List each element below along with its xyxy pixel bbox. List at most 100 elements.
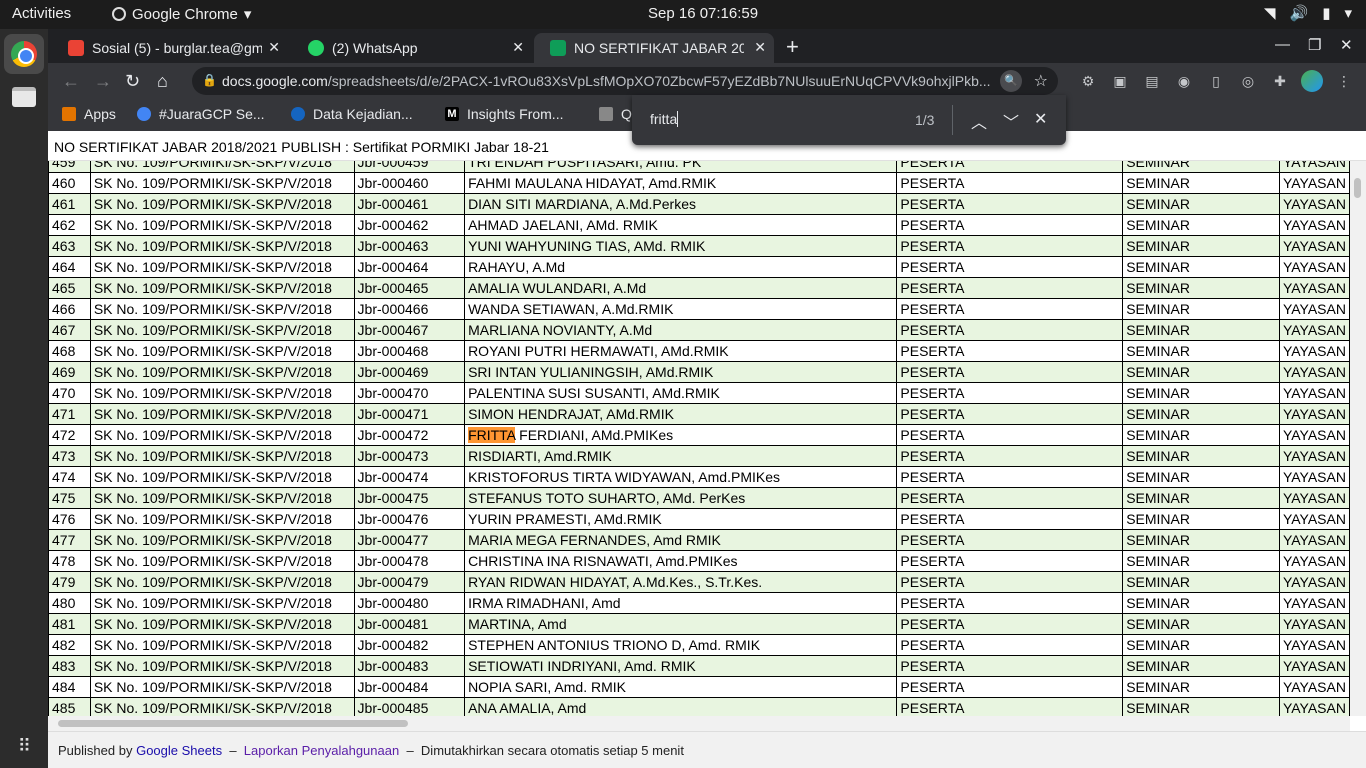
table-cell[interactable]: SK No. 109/PORMIKI/SK-SKP/V/2018 xyxy=(89,361,355,383)
table-cell[interactable]: Jbr-000460 xyxy=(353,172,466,194)
table-cell[interactable]: AHMAD JAELANI, AMd. RMIK xyxy=(464,214,898,236)
table-cell[interactable]: SK No. 109/PORMIKI/SK-SKP/V/2018 xyxy=(89,487,355,509)
table-cell[interactable]: YAYASAN xyxy=(1278,487,1350,509)
table-cell[interactable]: Jbr-000484 xyxy=(353,676,466,698)
table-cell[interactable]: CHRISTINA INA RISNAWATI, Amd.PMIKes xyxy=(464,550,898,572)
table-cell[interactable]: Jbr-000478 xyxy=(353,550,466,572)
table-cell[interactable]: 479 xyxy=(48,571,91,593)
table-cell[interactable]: SEMINAR xyxy=(1122,445,1280,467)
table-cell[interactable]: Jbr-000474 xyxy=(353,466,466,488)
table-cell[interactable]: SK No. 109/PORMIKI/SK-SKP/V/2018 xyxy=(89,466,355,488)
table-cell[interactable]: YUNI WAHYUNING TIAS, AMd. RMIK xyxy=(464,235,898,257)
table-cell[interactable]: SEMINAR xyxy=(1122,466,1280,488)
table-cell[interactable]: MARLIANA NOVIANTY, A.Md xyxy=(464,319,898,341)
table-cell[interactable]: PESERTA xyxy=(896,487,1124,509)
table-cell[interactable]: YAYASAN xyxy=(1278,445,1350,467)
table-cell[interactable]: SETIOWATI INDRIYANI, Amd. RMIK xyxy=(464,655,898,677)
table-cell[interactable]: YAYASAN xyxy=(1278,634,1350,656)
profile-avatar[interactable] xyxy=(1301,70,1323,92)
table-cell[interactable]: NOPIA SARI, Amd. RMIK xyxy=(464,676,898,698)
table-cell[interactable]: 466 xyxy=(48,298,91,320)
table-cell[interactable]: YAYASAN xyxy=(1278,340,1350,362)
table-cell[interactable]: ROYANI PUTRI HERMAWATI, AMd.RMIK xyxy=(464,340,898,362)
maximize-icon[interactable]: ❐ xyxy=(1308,36,1321,54)
table-cell[interactable]: YAYASAN xyxy=(1278,172,1350,194)
table-cell[interactable]: Jbr-000473 xyxy=(353,445,466,467)
back-icon[interactable]: ← xyxy=(62,71,80,92)
close-icon[interactable]: ✕ xyxy=(512,39,524,56)
table-cell[interactable]: STEPHEN ANTONIUS TRIONO D, Amd. RMIK xyxy=(464,634,898,656)
table-cell[interactable]: FAHMI MAULANA HIDAYAT, Amd.RMIK xyxy=(464,172,898,194)
table-cell[interactable]: SEMINAR xyxy=(1122,697,1280,716)
table-cell[interactable]: SK No. 109/PORMIKI/SK-SKP/V/2018 xyxy=(89,676,355,698)
table-cell[interactable]: MARIA MEGA FERNANDES, Amd RMIK xyxy=(464,529,898,551)
table-cell[interactable]: PESERTA xyxy=(896,403,1124,425)
table-cell[interactable]: SK No. 109/PORMIKI/SK-SKP/V/2018 xyxy=(89,161,355,173)
camera-icon[interactable]: ▣ xyxy=(1112,73,1128,89)
table-cell[interactable]: SIMON HENDRAJAT, AMd.RMIK xyxy=(464,403,898,425)
bookmark-q[interactable]: Q xyxy=(599,106,632,122)
table-cell[interactable]: SK No. 109/PORMIKI/SK-SKP/V/2018 xyxy=(89,403,355,425)
table-cell[interactable]: SK No. 109/PORMIKI/SK-SKP/V/2018 xyxy=(89,571,355,593)
table-cell[interactable]: ANA AMALIA, Amd xyxy=(464,697,898,716)
table-cell[interactable]: Jbr-000466 xyxy=(353,298,466,320)
table-cell[interactable]: Jbr-000475 xyxy=(353,487,466,509)
tab-sheet[interactable]: NO SERTIFIKAT JABAR 2018/2021 ✕ xyxy=(534,33,774,63)
close-icon[interactable]: ✕ xyxy=(268,39,280,56)
table-cell[interactable]: SEMINAR xyxy=(1122,382,1280,404)
table-cell[interactable]: 475 xyxy=(48,487,91,509)
scroll-thumb[interactable] xyxy=(58,720,408,727)
table-cell[interactable]: SK No. 109/PORMIKI/SK-SKP/V/2018 xyxy=(89,235,355,257)
table-cell[interactable]: SEMINAR xyxy=(1122,613,1280,635)
table-cell[interactable]: KRISTOFORUS TIRTA WIDYAWAN, Amd.PMIKes xyxy=(464,466,898,488)
table-cell[interactable]: SEMINAR xyxy=(1122,172,1280,194)
chevron-up-icon[interactable]: ︿ xyxy=(971,109,987,133)
table-cell[interactable]: YAYASAN xyxy=(1278,161,1350,173)
table-cell[interactable]: YAYASAN xyxy=(1278,508,1350,530)
table-cell[interactable]: PESERTA xyxy=(896,592,1124,614)
table-cell[interactable]: SK No. 109/PORMIKI/SK-SKP/V/2018 xyxy=(89,214,355,236)
table-cell[interactable]: SK No. 109/PORMIKI/SK-SKP/V/2018 xyxy=(89,550,355,572)
table-cell[interactable]: PESERTA xyxy=(896,298,1124,320)
table-cell[interactable]: SK No. 109/PORMIKI/SK-SKP/V/2018 xyxy=(89,382,355,404)
table-cell[interactable]: YAYASAN xyxy=(1278,550,1350,572)
minimize-icon[interactable]: — xyxy=(1275,36,1290,53)
table-cell[interactable]: YAYASAN xyxy=(1278,403,1350,425)
table-cell[interactable]: YAYASAN xyxy=(1278,256,1350,278)
scroll-thumb[interactable] xyxy=(1354,178,1361,198)
table-cell[interactable]: SEMINAR xyxy=(1122,592,1280,614)
table-cell[interactable]: YAYASAN xyxy=(1278,298,1350,320)
system-tray[interactable]: ◥ 🔊 ▮ ▾ xyxy=(1264,4,1352,22)
table-cell[interactable]: 476 xyxy=(48,508,91,530)
table-cell[interactable]: SEMINAR xyxy=(1122,508,1280,530)
table-cell[interactable]: PESERTA xyxy=(896,655,1124,677)
table-cell[interactable]: PESERTA xyxy=(896,466,1124,488)
table-cell[interactable]: SK No. 109/PORMIKI/SK-SKP/V/2018 xyxy=(89,634,355,656)
table-cell[interactable]: YAYASAN xyxy=(1278,655,1350,677)
table-cell[interactable]: SK No. 109/PORMIKI/SK-SKP/V/2018 xyxy=(89,697,355,716)
table-cell[interactable]: 477 xyxy=(48,529,91,551)
show-applications-button[interactable]: ⠿ xyxy=(4,726,44,766)
puzzle-icon[interactable]: ✚ xyxy=(1272,73,1288,89)
table-cell[interactable]: SEMINAR xyxy=(1122,550,1280,572)
table-cell[interactable]: AMALIA WULANDARI, A.Md xyxy=(464,277,898,299)
table-cell[interactable]: YAYASAN xyxy=(1278,424,1350,446)
table-cell[interactable]: SEMINAR xyxy=(1122,214,1280,236)
table-cell[interactable]: 471 xyxy=(48,403,91,425)
table-cell[interactable]: SEMINAR xyxy=(1122,676,1280,698)
table-cell[interactable]: 484 xyxy=(48,676,91,698)
table-cell[interactable]: 463 xyxy=(48,235,91,257)
table-cell[interactable]: SK No. 109/PORMIKI/SK-SKP/V/2018 xyxy=(89,655,355,677)
close-icon[interactable]: ✕ xyxy=(754,39,766,56)
horizontal-scrollbar[interactable] xyxy=(48,716,1350,731)
table-cell[interactable]: SEMINAR xyxy=(1122,277,1280,299)
table-cell[interactable]: PESERTA xyxy=(896,193,1124,215)
table-cell[interactable]: SEMINAR xyxy=(1122,361,1280,383)
table-cell[interactable]: Jbr-000470 xyxy=(353,382,466,404)
table-cell[interactable]: YAYASAN xyxy=(1278,571,1350,593)
table-cell[interactable]: 469 xyxy=(48,361,91,383)
table-cell[interactable]: FRITTA FERDIANI, AMd.PMIKes xyxy=(464,424,898,446)
table-cell[interactable]: PALENTINA SUSI SUSANTI, AMd.RMIK xyxy=(464,382,898,404)
table-cell[interactable]: YAYASAN xyxy=(1278,319,1350,341)
tab-whatsapp[interactable]: (2) WhatsApp ✕ xyxy=(292,33,532,63)
